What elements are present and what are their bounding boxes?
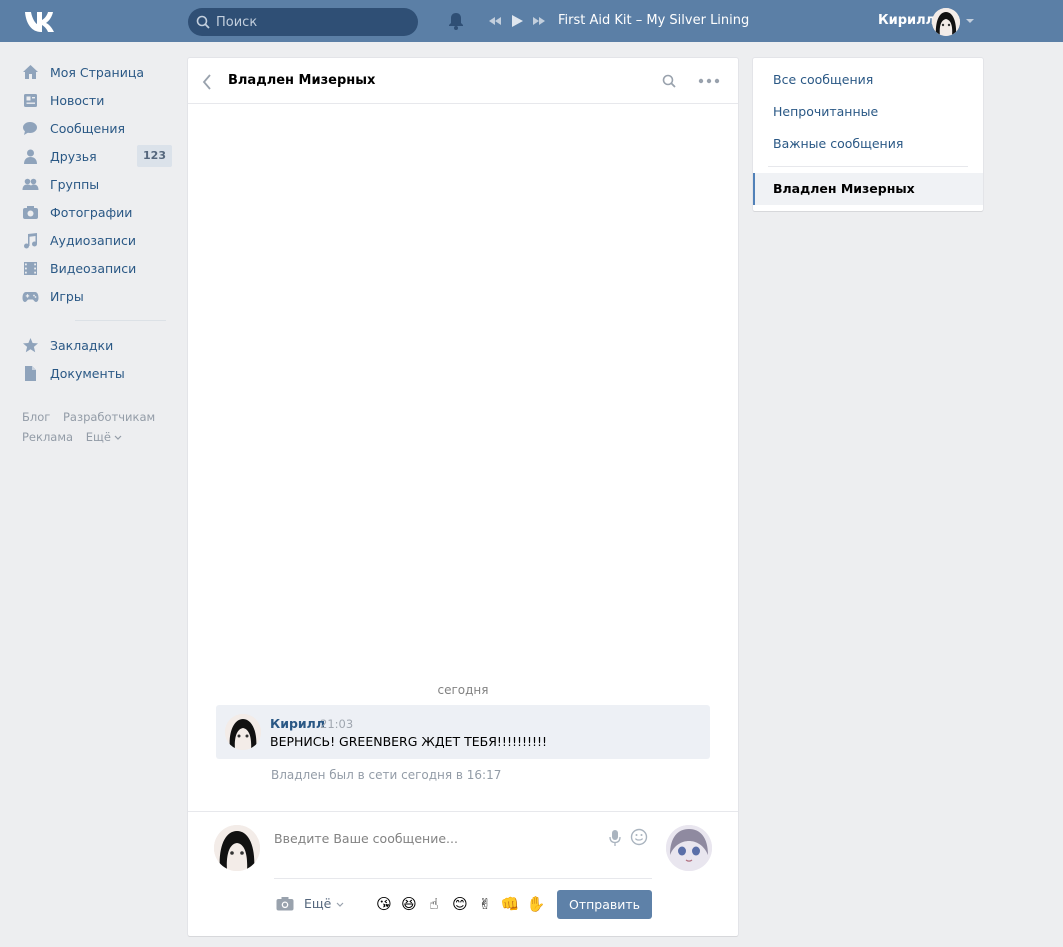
search-icon — [196, 15, 210, 29]
gamepad-icon — [22, 291, 39, 302]
last-seen-status: Владлен был в сети сегодня в 16:17 — [271, 768, 502, 782]
document-icon — [25, 365, 36, 381]
search-input[interactable] — [216, 8, 406, 36]
star-icon — [23, 337, 38, 352]
message-input[interactable] — [274, 826, 594, 850]
sidebar-item-label: Друзья — [50, 148, 97, 164]
sidebar-item-label: Аудиозаписи — [50, 232, 136, 248]
back-arrow-icon[interactable] — [202, 74, 212, 90]
sidebar-item-friends[interactable]: Друзья 123 — [22, 142, 174, 170]
message-author-avatar[interactable] — [225, 714, 261, 750]
next-track-icon[interactable] — [532, 14, 546, 28]
emoji-fist[interactable]: 👊 — [500, 894, 520, 914]
chevron-down-icon[interactable] — [966, 18, 974, 24]
footer-link-blog[interactable]: Блог — [22, 410, 50, 424]
top-header: First Aid Kit – My Silver Lining Кирилл — [0, 0, 1063, 42]
sidebar-item-label: Сообщения — [50, 120, 126, 136]
sidebar-item-documents[interactable]: Документы — [22, 359, 174, 387]
notifications-bell-icon[interactable] — [447, 12, 465, 30]
sidebar-item-photos[interactable]: Фотографии — [22, 198, 174, 226]
microphone-icon[interactable] — [609, 829, 621, 847]
emoji-smile[interactable]: 😊 — [450, 894, 470, 914]
sidebar-divider — [75, 320, 166, 321]
user-avatar[interactable] — [932, 8, 960, 36]
composer-divider — [274, 878, 652, 879]
sidebar-item-label: Новости — [50, 92, 105, 108]
sidebar-item-games[interactable]: Игры — [22, 282, 174, 310]
message-author[interactable]: Кирилл — [270, 716, 325, 731]
camera-icon — [23, 205, 38, 219]
play-icon[interactable] — [510, 14, 524, 28]
menu-important[interactable]: Важные сообщения — [773, 136, 903, 151]
left-sidebar: Моя Страница Новости Сообщения Друзья 12… — [22, 58, 174, 447]
sidebar-item-label: Закладки — [50, 337, 114, 353]
chevron-down-icon[interactable] — [336, 902, 344, 907]
sidebar-item-label: Группы — [50, 176, 100, 192]
sidebar-item-video[interactable]: Видеозаписи — [22, 254, 174, 282]
attach-more-button[interactable]: Ещё — [304, 896, 331, 911]
sidebar-item-messages[interactable]: Сообщения — [22, 114, 174, 142]
menu-divider — [768, 166, 968, 167]
sidebar-item-groups[interactable]: Группы — [22, 170, 174, 198]
search-icon[interactable] — [662, 74, 676, 88]
sidebar-item-label: Игры — [50, 288, 84, 304]
day-separator: сегодня — [437, 683, 489, 697]
emoji-laugh[interactable]: 😆 — [399, 894, 419, 914]
emoji-raised-hand[interactable]: ✋ — [526, 894, 546, 914]
messages-icon — [23, 121, 37, 135]
menu-unread[interactable]: Непрочитанные — [773, 104, 878, 119]
peer-avatar[interactable] — [666, 825, 712, 871]
sidebar-item-news[interactable]: Новости — [22, 86, 174, 114]
user-name[interactable]: Кирилл — [878, 13, 935, 28]
sidebar-item-audio[interactable]: Аудиозаписи — [22, 226, 174, 254]
footer-more-label: Ещё — [85, 430, 111, 444]
sidebar-item-bookmarks[interactable]: Закладки — [22, 331, 174, 359]
sidebar-item-label: Фотографии — [50, 204, 133, 220]
emoji-victory[interactable]: ✌ — [475, 894, 495, 914]
home-icon — [23, 64, 38, 79]
chat-header: Владлен Мизерных — [188, 58, 738, 104]
sidebar-item-my-page[interactable]: Моя Страница — [22, 58, 174, 86]
now-playing-track[interactable]: First Aid Kit – My Silver Lining — [558, 13, 749, 28]
search-box — [188, 8, 418, 36]
footer-link-more[interactable]: Ещё — [86, 430, 122, 444]
menu-active-conversation[interactable]: Владлен Мизерных — [753, 173, 983, 205]
more-options-icon[interactable] — [698, 78, 720, 84]
music-note-icon — [24, 232, 37, 248]
message-time[interactable]: 21:03 — [320, 717, 353, 731]
sidebar-footer-links: Блог Разработчикам Реклама Ещё — [22, 407, 174, 447]
emoji-kiss[interactable]: 😘 — [374, 894, 394, 914]
friends-count-badge: 123 — [137, 145, 172, 167]
vk-logo-icon[interactable] — [23, 9, 57, 33]
attach-photo-icon[interactable] — [276, 896, 294, 911]
chat-title[interactable]: Владлен Мизерных — [228, 73, 375, 88]
news-icon — [24, 93, 37, 107]
chevron-down-icon — [114, 435, 122, 440]
footer-link-developers[interactable]: Разработчикам — [63, 410, 155, 424]
footer-link-ads[interactable]: Реклама — [22, 430, 73, 444]
my-avatar[interactable] — [214, 825, 260, 871]
film-icon — [24, 261, 37, 275]
message-text: ВЕРНИСЬ! GREENBERG ЖДЕТ ТЕБЯ!!!!!!!!!! — [270, 734, 548, 749]
messages-filter-menu: Все сообщения Непрочитанные Важные сообщ… — [753, 58, 983, 211]
previous-track-icon[interactable] — [488, 14, 502, 28]
sidebar-item-label: Моя Страница — [50, 64, 144, 80]
send-button[interactable]: Отправить — [557, 890, 652, 919]
menu-all-messages[interactable]: Все сообщения — [773, 72, 873, 87]
message-composer: Ещё 😘 😆 ☝ 😊 ✌ 👊 ✋ Отправить — [188, 811, 738, 936]
sidebar-item-label: Документы — [50, 365, 125, 381]
chat-panel: Владлен Мизерных сегодня Кирилл 21:03 ВЕ… — [188, 58, 738, 936]
emoji-picker-icon[interactable] — [630, 828, 648, 846]
active-conversation-label: Владлен Мизерных — [773, 181, 915, 196]
sidebar-item-label: Видеозаписи — [50, 260, 137, 276]
message-item[interactable]: Кирилл 21:03 ВЕРНИСЬ! GREENBERG ЖДЕТ ТЕБ… — [216, 705, 710, 759]
emoji-point-up[interactable]: ☝ — [424, 894, 444, 914]
groups-icon — [22, 178, 39, 190]
friends-icon — [24, 149, 37, 164]
